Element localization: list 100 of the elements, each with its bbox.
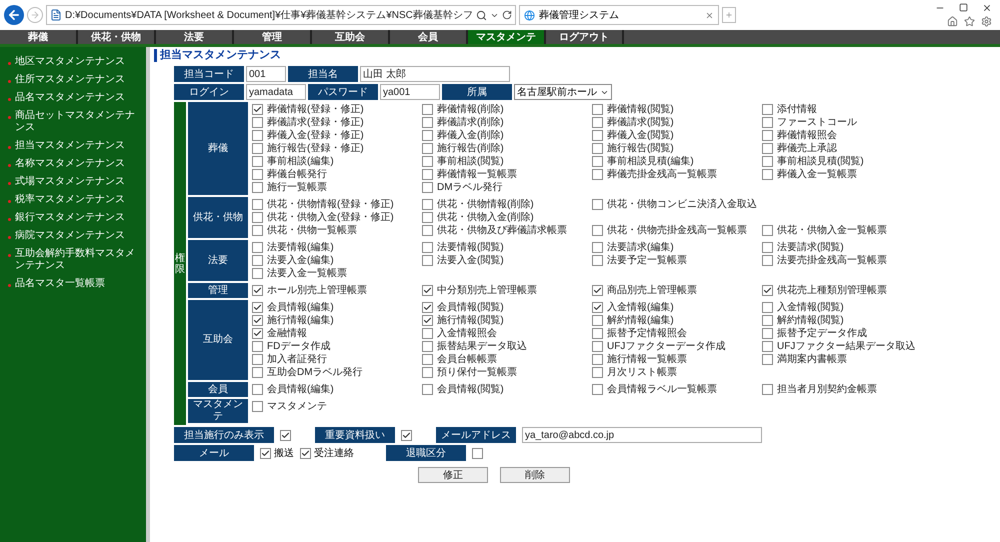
maximize-icon[interactable]	[959, 3, 968, 12]
sidebar-link[interactable]: 住所マスタメンテナンス	[15, 74, 125, 87]
checkbox[interactable]	[762, 117, 773, 128]
checkbox[interactable]	[592, 104, 603, 115]
checkbox[interactable]	[762, 354, 773, 365]
checkbox[interactable]	[260, 448, 271, 458]
close-tab-icon[interactable]	[705, 10, 714, 20]
checkbox[interactable]	[762, 285, 773, 296]
checkbox[interactable]	[422, 354, 433, 365]
checkbox[interactable]	[592, 285, 603, 296]
checkbox[interactable]	[422, 315, 433, 326]
checkbox[interactable]	[422, 225, 433, 236]
input-field[interactable]: 001	[246, 66, 286, 82]
sidebar-link[interactable]: 品名マスタメンテナンス	[15, 92, 125, 105]
star-icon[interactable]	[964, 16, 975, 27]
checkbox[interactable]	[252, 156, 263, 167]
checkbox[interactable]	[252, 182, 263, 193]
sidebar-link[interactable]: 地区マスタメンテナンス	[15, 56, 125, 69]
home-icon[interactable]	[947, 16, 958, 27]
checkbox[interactable]	[762, 225, 773, 236]
checkbox[interactable]	[762, 143, 773, 154]
forward-button[interactable]	[27, 7, 43, 23]
checkbox[interactable]	[592, 117, 603, 128]
checkbox[interactable]	[422, 302, 433, 313]
checkbox[interactable]	[252, 104, 263, 115]
search-icon[interactable]	[476, 10, 487, 20]
checkbox[interactable]	[252, 401, 263, 412]
select-field[interactable]: 名古屋駅前ホール	[514, 84, 612, 100]
checkbox[interactable]	[422, 285, 433, 296]
checkbox[interactable]	[422, 117, 433, 128]
checkbox[interactable]	[592, 384, 603, 395]
checkbox[interactable]	[280, 430, 291, 440]
checkbox[interactable]	[252, 315, 263, 326]
checkbox[interactable]	[422, 367, 433, 378]
checkbox[interactable]	[762, 384, 773, 395]
checkbox[interactable]	[252, 130, 263, 141]
checkbox[interactable]	[252, 302, 263, 313]
checkbox[interactable]	[422, 384, 433, 395]
nav-tab[interactable]: マスタメンテ	[468, 30, 546, 44]
checkbox[interactable]	[592, 130, 603, 141]
sidebar-link[interactable]: 品名マスタ一覧帳票	[15, 278, 105, 291]
sidebar-link[interactable]: 名称マスタメンテナンス	[15, 158, 125, 171]
checkbox[interactable]	[300, 448, 311, 458]
checkbox[interactable]	[422, 199, 433, 210]
checkbox[interactable]	[762, 130, 773, 141]
settings-icon[interactable]	[981, 16, 992, 27]
sidebar-link[interactable]: 互助会解約手数料マスタメンテナンス	[15, 248, 142, 273]
checkbox[interactable]	[252, 328, 263, 339]
checkbox[interactable]	[592, 225, 603, 236]
new-tab-button[interactable]	[722, 7, 736, 23]
checkbox[interactable]	[252, 242, 263, 253]
checkbox[interactable]	[592, 242, 603, 253]
checkbox[interactable]	[762, 341, 773, 352]
checkbox[interactable]	[422, 156, 433, 167]
sidebar-link[interactable]: 担当マスタメンテナンス	[15, 140, 125, 153]
checkbox[interactable]	[252, 117, 263, 128]
checkbox[interactable]	[762, 315, 773, 326]
checkbox[interactable]	[592, 315, 603, 326]
checkbox[interactable]	[762, 302, 773, 313]
checkbox[interactable]	[422, 255, 433, 266]
checkbox[interactable]	[422, 242, 433, 253]
checkbox[interactable]	[252, 169, 263, 180]
checkbox[interactable]	[422, 341, 433, 352]
input-field[interactable]: 山田 太郎	[360, 66, 510, 82]
input-field[interactable]: ya_taro@abcd.co.jp	[522, 427, 762, 443]
browser-tab[interactable]: 葬儀管理システム	[519, 5, 719, 25]
checkbox[interactable]	[762, 104, 773, 115]
sidebar-link[interactable]: 税率マスタメンテナンス	[15, 194, 125, 207]
checkbox[interactable]	[762, 156, 773, 167]
checkbox[interactable]	[422, 130, 433, 141]
checkbox[interactable]	[422, 212, 433, 223]
checkbox[interactable]	[252, 143, 263, 154]
checkbox[interactable]	[592, 367, 603, 378]
sidebar-link[interactable]: 病院マスタメンテナンス	[15, 230, 125, 243]
sidebar-link[interactable]: 銀行マスタメンテナンス	[15, 212, 125, 225]
checkbox[interactable]	[252, 255, 263, 266]
checkbox[interactable]	[252, 354, 263, 365]
checkbox[interactable]	[592, 354, 603, 365]
close-icon[interactable]	[982, 3, 992, 13]
checkbox[interactable]	[422, 143, 433, 154]
checkbox[interactable]	[252, 268, 263, 279]
checkbox[interactable]	[252, 285, 263, 296]
input-field[interactable]: yamadata	[246, 84, 306, 100]
back-button[interactable]	[4, 5, 24, 25]
input-field[interactable]: ya001	[380, 84, 440, 100]
form-button[interactable]: 削除	[500, 467, 570, 483]
checkbox[interactable]	[592, 143, 603, 154]
checkbox[interactable]	[592, 156, 603, 167]
form-button[interactable]: 修正	[418, 467, 488, 483]
checkbox[interactable]	[252, 212, 263, 223]
checkbox[interactable]	[252, 367, 263, 378]
checkbox[interactable]	[252, 384, 263, 395]
checkbox[interactable]	[592, 169, 603, 180]
checkbox[interactable]	[592, 255, 603, 266]
checkbox[interactable]	[252, 341, 263, 352]
checkbox[interactable]	[422, 182, 433, 193]
checkbox[interactable]	[472, 448, 483, 458]
checkbox[interactable]	[592, 302, 603, 313]
checkbox[interactable]	[422, 104, 433, 115]
checkbox[interactable]	[422, 328, 433, 339]
